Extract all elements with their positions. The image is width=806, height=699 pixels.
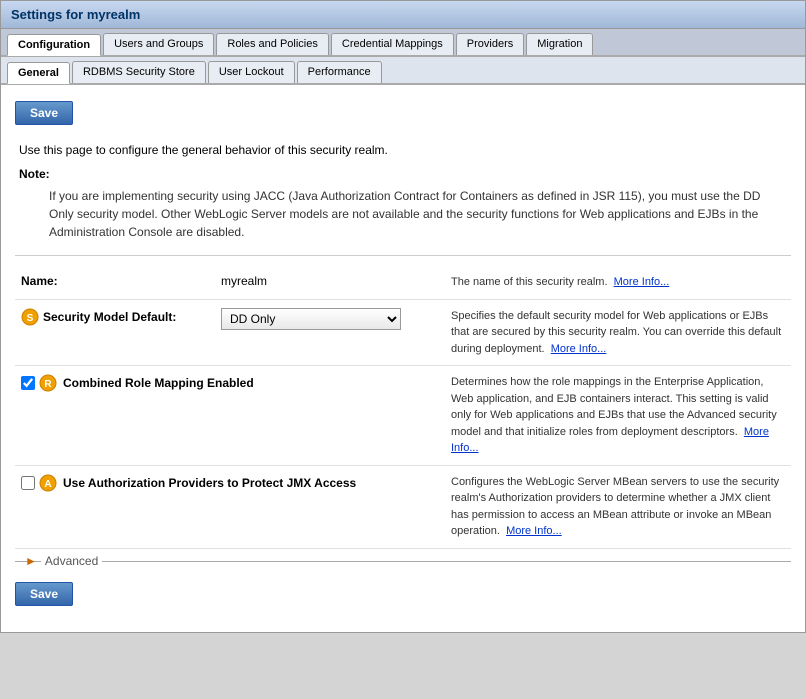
use-auth-description: Configures the WebLogic Server MBean ser… <box>451 476 779 538</box>
table-row-security-model: S Security Model Default: DD Only Advanc… <box>15 299 791 366</box>
tab-performance[interactable]: Performance <box>297 61 382 83</box>
table-row-use-auth: A Use Authorization Providers to Protect… <box>15 465 791 548</box>
advanced-label: Advanced <box>41 554 102 568</box>
security-model-icon: S <box>21 308 39 326</box>
tab-user-lockout[interactable]: User Lockout <box>208 61 295 83</box>
use-auth-checkbox-row: A Use Authorization Providers to Protect… <box>21 474 439 492</box>
combined-role-checkbox-row: R Combined Role Mapping Enabled <box>21 374 439 392</box>
note-label: Note: <box>19 167 50 181</box>
tab-general[interactable]: General <box>7 62 70 84</box>
tab-rdbms-security-store[interactable]: RDBMS Security Store <box>72 61 206 83</box>
tab-row-general: General RDBMS Security Store User Lockou… <box>1 57 805 85</box>
name-description: The name of this security realm. <box>451 276 608 288</box>
table-row-name: Name: myrealm The name of this security … <box>15 266 791 299</box>
use-auth-checkbox[interactable] <box>21 476 35 490</box>
svg-text:R: R <box>44 379 52 390</box>
window-title: Settings for myrealm <box>11 7 140 22</box>
advanced-section: ► Advanced <box>15 561 791 568</box>
advanced-expand-icon[interactable]: ► <box>25 554 37 568</box>
combined-role-label: Combined Role Mapping Enabled <box>63 376 254 390</box>
tab-roles-and-policies[interactable]: Roles and Policies <box>216 33 329 55</box>
content-area: Save Use this page to configure the gene… <box>1 85 805 632</box>
combined-role-description: Determines how the role mappings in the … <box>451 376 777 438</box>
name-label: Name: <box>21 274 58 288</box>
title-bar: Settings for myrealm <box>1 1 805 29</box>
use-auth-more-info[interactable]: More Info... <box>506 525 562 537</box>
advanced-toggle[interactable]: ► Advanced <box>15 554 791 568</box>
fields-table: Name: myrealm The name of this security … <box>15 266 791 549</box>
bottom-save-wrapper: Save <box>15 576 791 616</box>
security-model-more-info[interactable]: More Info... <box>551 343 607 355</box>
svg-text:S: S <box>27 313 34 324</box>
use-auth-label: Use Authorization Providers to Protect J… <box>63 476 356 490</box>
tab-row-configuration: Configuration Users and Groups Roles and… <box>1 29 805 57</box>
tab-credential-mappings[interactable]: Credential Mappings <box>331 33 454 55</box>
tab-migration[interactable]: Migration <box>526 33 593 55</box>
security-model-description: Specifies the default security model for… <box>451 310 781 355</box>
table-row-combined-role: R Combined Role Mapping Enabled Determin… <box>15 366 791 466</box>
save-button-top[interactable]: Save <box>15 101 73 125</box>
security-model-label-wrapper: S Security Model Default: <box>21 308 209 326</box>
description-block: Use this page to configure the general b… <box>15 135 791 256</box>
name-value: myrealm <box>221 274 267 288</box>
security-model-label: Security Model Default: <box>43 310 176 324</box>
use-auth-icon: A <box>39 474 57 492</box>
combined-role-icon: R <box>39 374 57 392</box>
description-main: Use this page to configure the general b… <box>19 141 787 159</box>
svg-text:A: A <box>44 479 51 490</box>
note-text: If you are implementing security using J… <box>19 187 787 241</box>
security-model-select[interactable]: DD Only Advanced Custom Roles Custom Rol… <box>221 308 401 330</box>
combined-role-checkbox[interactable] <box>21 376 35 390</box>
tab-providers[interactable]: Providers <box>456 33 524 55</box>
tab-users-and-groups[interactable]: Users and Groups <box>103 33 214 55</box>
name-more-info[interactable]: More Info... <box>614 276 670 288</box>
save-button-bottom[interactable]: Save <box>15 582 73 606</box>
tab-configuration[interactable]: Configuration <box>7 34 101 56</box>
